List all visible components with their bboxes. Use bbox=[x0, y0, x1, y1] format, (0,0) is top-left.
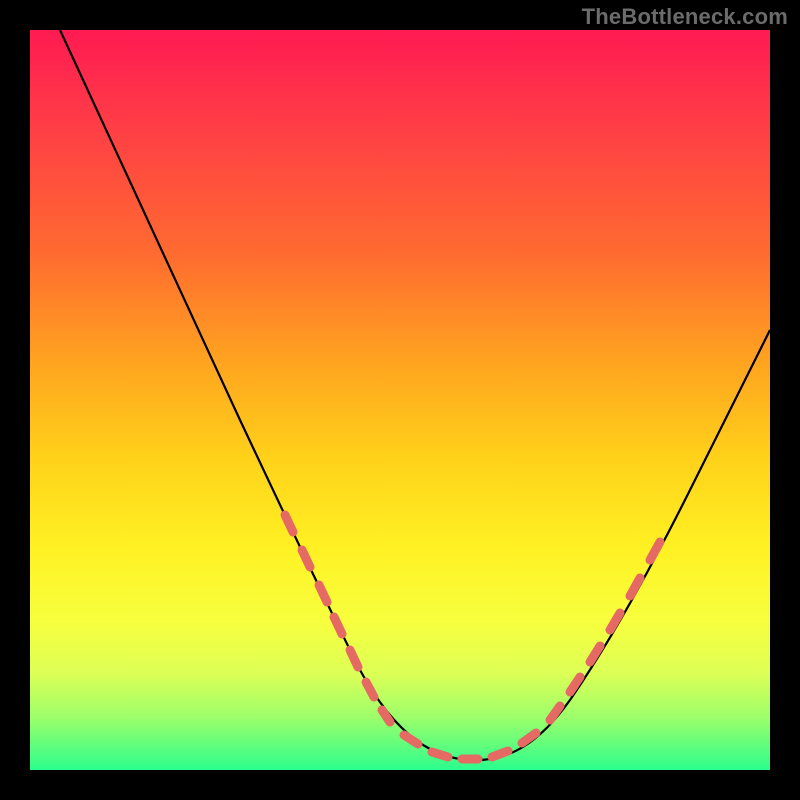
bottleneck-curve bbox=[30, 30, 770, 770]
watermark-text: TheBottleneck.com bbox=[582, 4, 788, 30]
chart-plot-area bbox=[30, 30, 770, 770]
chart-frame: TheBottleneck.com bbox=[0, 0, 800, 800]
curve-line bbox=[60, 30, 770, 760]
highlight-marks bbox=[285, 515, 660, 759]
